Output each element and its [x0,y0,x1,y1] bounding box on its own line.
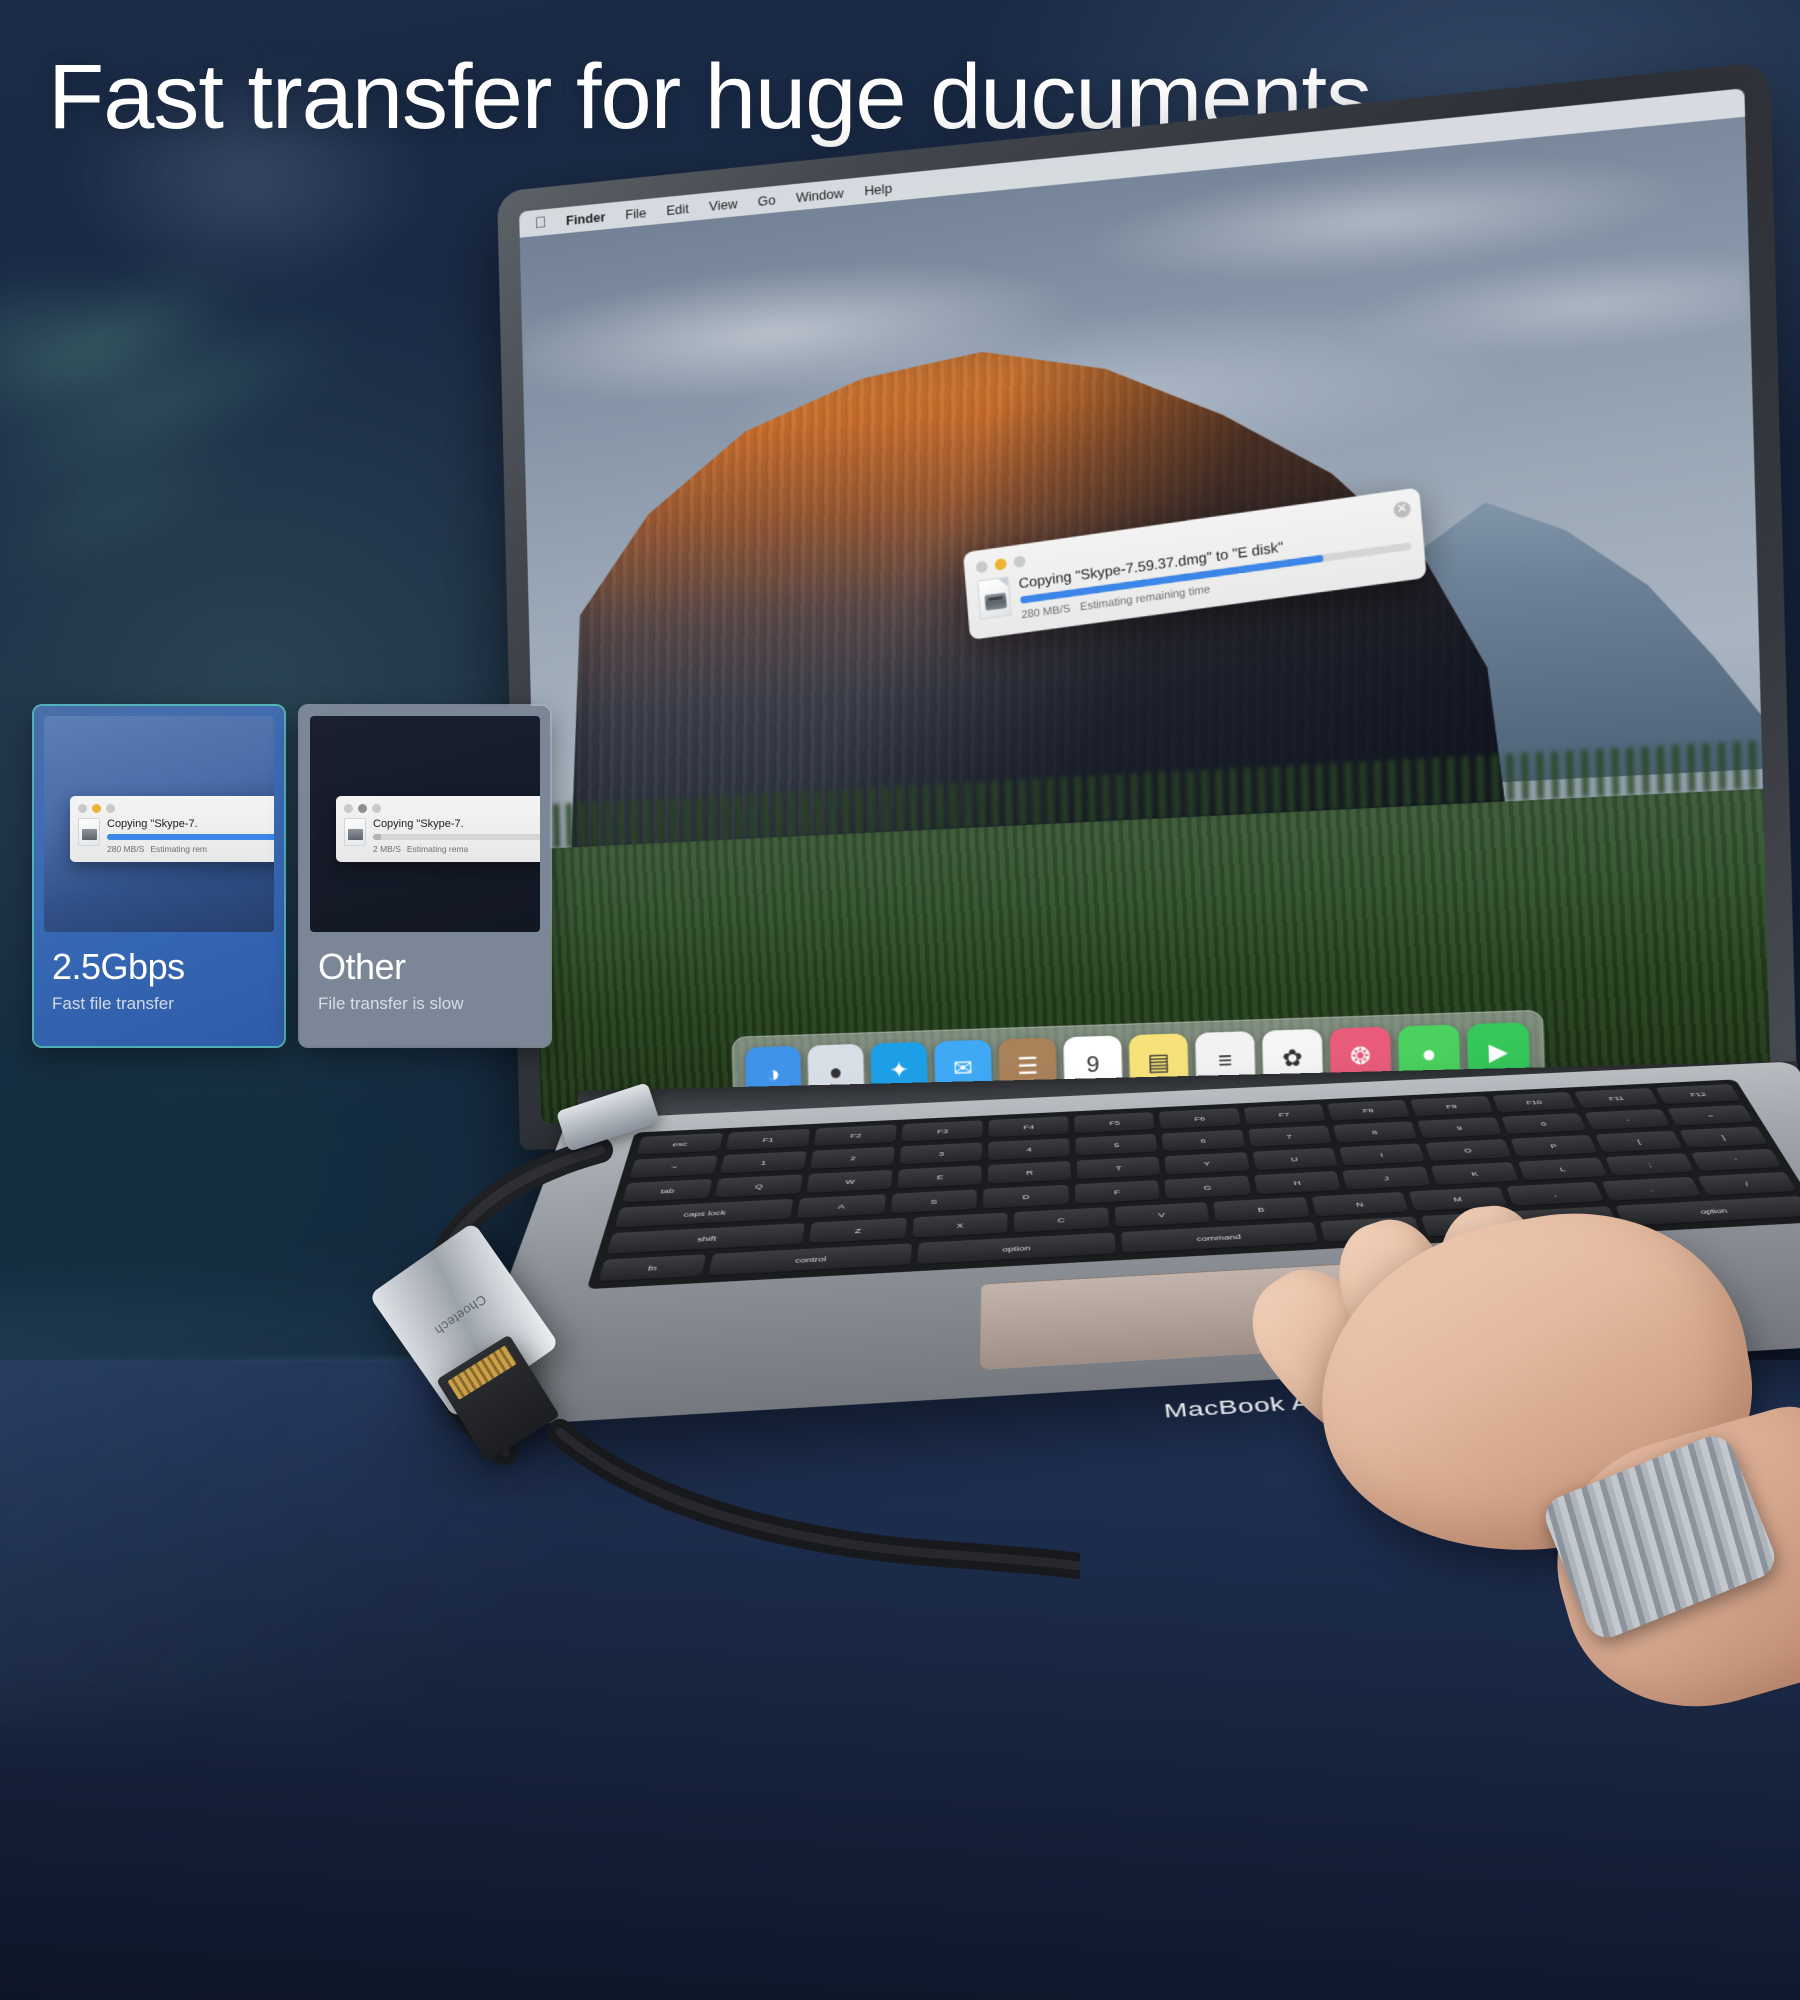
key-8[interactable]: 8 [1332,1121,1418,1144]
comparison-card-good: Copying "Skype-7. 280 MB/S Estimating rem 2… [34,706,284,1046]
adapter-brand-label: Choetech [431,1291,490,1339]
card-subtitle: File transfer is slow [318,994,464,1013]
key-6[interactable]: 6 [1161,1129,1246,1153]
key-f9[interactable]: F9 [1409,1095,1494,1118]
card-subtitle: Fast file transfer [52,994,174,1013]
key-y[interactable]: Y [1164,1152,1250,1176]
key-0[interactable]: 0 [1500,1112,1588,1136]
menu-item-window[interactable]: Window [796,185,844,205]
transfer-speed: 280 MB/S [1020,602,1071,622]
card-title: Other [318,946,406,987]
mini-dialog-title: Copying "Skype-7. [373,818,464,830]
mini-remaining-text: Estimating rema [406,844,469,854]
drive-glyph [348,829,363,840]
menu-item-help[interactable]: Help [864,180,892,198]
mini-copy-dialog-good[interactable]: Copying "Skype-7. 280 MB/S Estimating rem [70,796,274,862]
disk-file-icon [977,576,1012,620]
comparison-card-bad: Copying "Skype-7. 2 MB/S Estimating rema Ot… [300,706,550,1046]
menu-item-go[interactable]: Go [758,192,776,209]
key-u[interactable]: U [1251,1147,1338,1172]
mini-copy-dialog-bad[interactable]: Copying "Skype-7. 2 MB/S Estimating rema [336,796,540,862]
traffic-light-close[interactable] [344,804,353,813]
traffic-light-close[interactable] [975,560,988,574]
disk-file-icon [344,818,366,846]
apple-icon[interactable]:  [535,214,546,232]
key-7[interactable]: 7 [1247,1125,1332,1149]
traffic-light-minimize[interactable] [358,804,367,813]
mini-dialog-body: Copying "Skype-7. 280 MB/S Estimating rem [78,818,274,854]
traffic-light-close[interactable] [78,804,87,813]
traffic-light-zoom[interactable] [106,804,115,813]
traffic-light-minimize[interactable] [92,804,101,813]
key-5[interactable]: 5 [1075,1133,1158,1157]
laptop-screen:  Finder File Edit View Go Window Help [519,88,1771,1124]
key-l[interactable]: L [1517,1157,1608,1182]
scene: Fast transfer for huge ducuments  Finde… [0,0,1800,2000]
card-screen-good: Copying "Skype-7. 280 MB/S Estimating rem [44,716,274,932]
card-screen-bad: Copying "Skype-7. 2 MB/S Estimating rema [310,716,540,932]
menu-item-view[interactable]: View [709,195,738,213]
card-caption-good: 2.5Gbps Fast file transfer [34,932,284,1014]
mini-transfer-speed: 280 MB/S [107,844,145,854]
key-t[interactable]: T [1076,1156,1161,1181]
mini-dialog-title: Copying "Skype-7. [107,818,198,830]
key-f8[interactable]: F8 [1326,1099,1410,1122]
key-f6[interactable]: F6 [1159,1107,1241,1131]
key-o[interactable]: O [1424,1139,1512,1163]
key-i[interactable]: I [1338,1143,1425,1167]
drive-glyph [984,592,1007,611]
mini-dialog-content: Copying "Skype-7. 280 MB/S Estimating rem [107,818,274,854]
mini-dialog-titlebar [344,803,540,814]
card-title: 2.5Gbps [52,946,185,987]
mini-dialog-body: Copying "Skype-7. 2 MB/S Estimating rema [344,818,540,854]
key-][interactable]: ] [1679,1126,1769,1150]
key-9[interactable]: 9 [1417,1117,1503,1140]
laptop-lid:  Finder File Edit View Go Window Help [497,61,1798,1150]
menu-item-edit[interactable]: Edit [666,200,689,217]
traffic-light-zoom[interactable] [1013,555,1026,569]
key-f12[interactable]: F12 [1655,1084,1742,1106]
mini-transfer-speed: 2 MB/S [373,844,401,854]
key-;[interactable]: ; [1604,1153,1696,1177]
key--[interactable]: - [1584,1108,1672,1132]
mini-dialog-status: 2 MB/S Estimating rema [373,844,540,854]
key-v[interactable]: V [1113,1202,1210,1229]
comparison-cards: Copying "Skype-7. 280 MB/S Estimating rem 2… [34,706,550,1046]
mini-progress-fill [373,834,382,840]
card-caption-bad: Other File transfer is slow [300,932,550,1014]
traffic-light-zoom[interactable] [372,804,381,813]
mini-progress-bar [107,834,274,840]
mini-progress-bar [373,834,540,840]
key-=[interactable]: = [1667,1104,1755,1127]
key-[[interactable]: [ [1594,1130,1684,1154]
mini-dialog-titlebar [78,803,274,814]
key-f7[interactable]: F7 [1243,1103,1326,1126]
hand [1230,1180,1800,1740]
mini-progress-fill [107,834,274,840]
key-'[interactable]: ' [1690,1148,1783,1173]
ethernet-cable [547,1419,1080,1579]
mini-remaining-text: Estimating rem [150,844,208,854]
mini-dialog-status: 280 MB/S Estimating rem [107,844,274,854]
mini-dialog-content: Copying "Skype-7. 2 MB/S Estimating rema [373,818,540,854]
disk-file-icon [78,818,100,846]
drive-glyph [82,829,97,840]
key-f5[interactable]: F5 [1074,1112,1156,1135]
key-f11[interactable]: F11 [1574,1087,1660,1110]
key-p[interactable]: P [1510,1134,1598,1158]
menu-item-file[interactable]: File [625,205,646,222]
traffic-light-minimize[interactable] [994,557,1007,571]
menu-item-finder[interactable]: Finder [566,209,606,228]
close-icon[interactable]: ✕ [1393,500,1412,519]
key-f[interactable]: F [1074,1180,1161,1205]
key-f10[interactable]: F10 [1492,1091,1577,1114]
